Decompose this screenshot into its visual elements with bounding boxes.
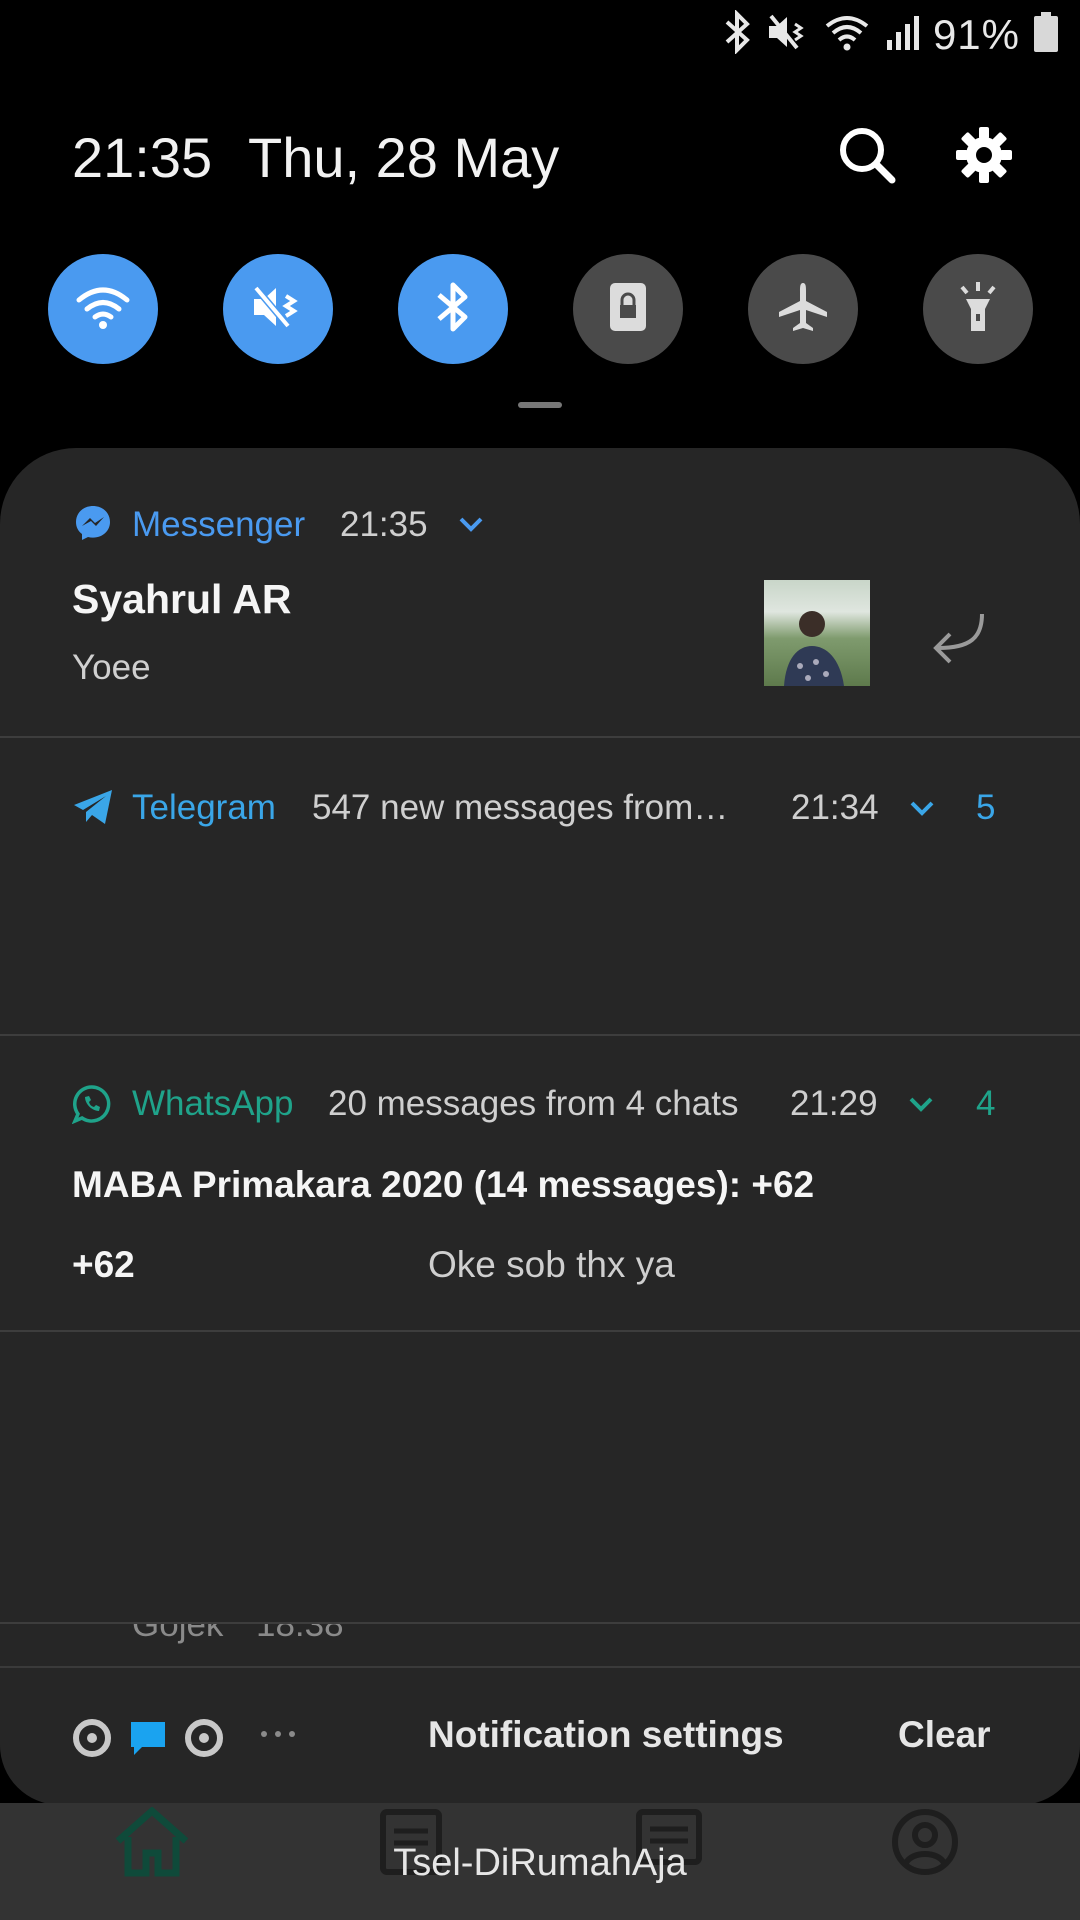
messenger-expand-chevron-icon[interactable] [456,512,486,541]
sender-photo-thumbnail [764,580,870,686]
messenger-notification[interactable]: Messenger 21:35 Syahrul AR Yoee [0,448,1080,738]
gojek-time: 18:38 [256,1623,344,1644]
wifi-status-icon [823,12,871,57]
whatsapp-icon [71,1084,112,1129]
whatsapp-app-name: WhatsApp [132,1084,294,1123]
whatsapp-notification[interactable]: WhatsApp 20 messages from 4 chats 21:29 … [0,1036,1080,1330]
whatsapp-summary: 20 messages from 4 chats [328,1084,739,1123]
whatsapp-group-title: MABA Primakara 2020 (14 messages): +62 [72,1164,815,1205]
whatsapp-line-sender: +62 [72,1244,135,1285]
whatsapp-line-message: Oke sob thx ya [428,1244,675,1285]
telegram-icon [72,788,114,831]
airplane-toggle[interactable] [748,254,858,364]
carrier-name: Tsel-DiRumahAja [393,1842,687,1884]
status-bar: 91% [0,0,1080,72]
whatsapp-expand-chevron-icon[interactable] [906,1092,936,1121]
battery-icon [1034,12,1058,57]
bluetooth-status-icon [723,9,753,59]
bluetooth-toggle[interactable] [398,254,508,364]
wifi-toggle[interactable] [48,254,158,364]
signal-status-icon [885,12,919,57]
divider [0,1622,1080,1624]
notification-settings-button[interactable]: Notification settings [428,1714,784,1756]
whatsapp-count-badge: 4 [976,1084,996,1123]
gojek-small-icon [72,1718,112,1763]
telegram-app-name: Telegram [132,788,276,827]
flashlight-icon [954,279,1002,340]
reply-icon[interactable] [928,608,988,669]
sound-toggle[interactable] [223,254,333,364]
clear-button[interactable]: Clear [898,1714,991,1756]
clock: 21:35 [72,126,213,189]
messenger-time: 21:35 [340,505,428,544]
telegram-expand-chevron-icon[interactable] [907,796,937,825]
settings-button[interactable] [952,125,1016,189]
notification-panel: Messenger 21:35 Syahrul AR Yoee Telegram… [0,448,1080,1803]
whatsapp-time: 21:29 [790,1084,878,1123]
messenger-icon [74,504,112,547]
more-icons-ellipsis-icon [258,1724,298,1749]
telegram-notification[interactable]: Telegram 547 new messages from… 21:34 5 [0,738,1080,1034]
messenger-app-name: Messenger [132,505,306,544]
flashlight-toggle[interactable] [923,254,1033,364]
messenger-message: Yoee [72,648,151,687]
gojek-notification-partial[interactable]: Gojek 18:38 [0,1623,1080,1663]
telegram-count-badge: 5 [976,788,996,827]
wifi-icon [75,284,131,335]
mute-status-icon [767,12,809,57]
gojek-app-name: Gojek [132,1623,224,1644]
telegram-summary: 547 new messages from… [312,788,729,827]
screen-lock-toggle[interactable] [573,254,683,364]
bluetooth-icon [433,279,473,340]
divider [0,1330,1080,1332]
search-button[interactable] [835,125,899,189]
status-icons: 91% [723,9,1058,59]
gear-icon [955,126,1013,189]
chat-small-icon [128,1718,168,1763]
telegram-time: 21:34 [791,788,879,827]
search-icon [837,125,897,190]
battery-percentage: 91% [932,10,1020,58]
messenger-sender: Syahrul AR [72,576,292,622]
mute-icon [250,282,306,337]
lock-rotation-icon [608,281,648,338]
date: Thu, 28 May [248,126,560,189]
airplane-icon [775,279,831,340]
notification-footer: Notification settings Clear [0,1666,1080,1805]
gojek-small-icon [184,1718,224,1763]
panel-drag-handle[interactable] [518,402,562,408]
